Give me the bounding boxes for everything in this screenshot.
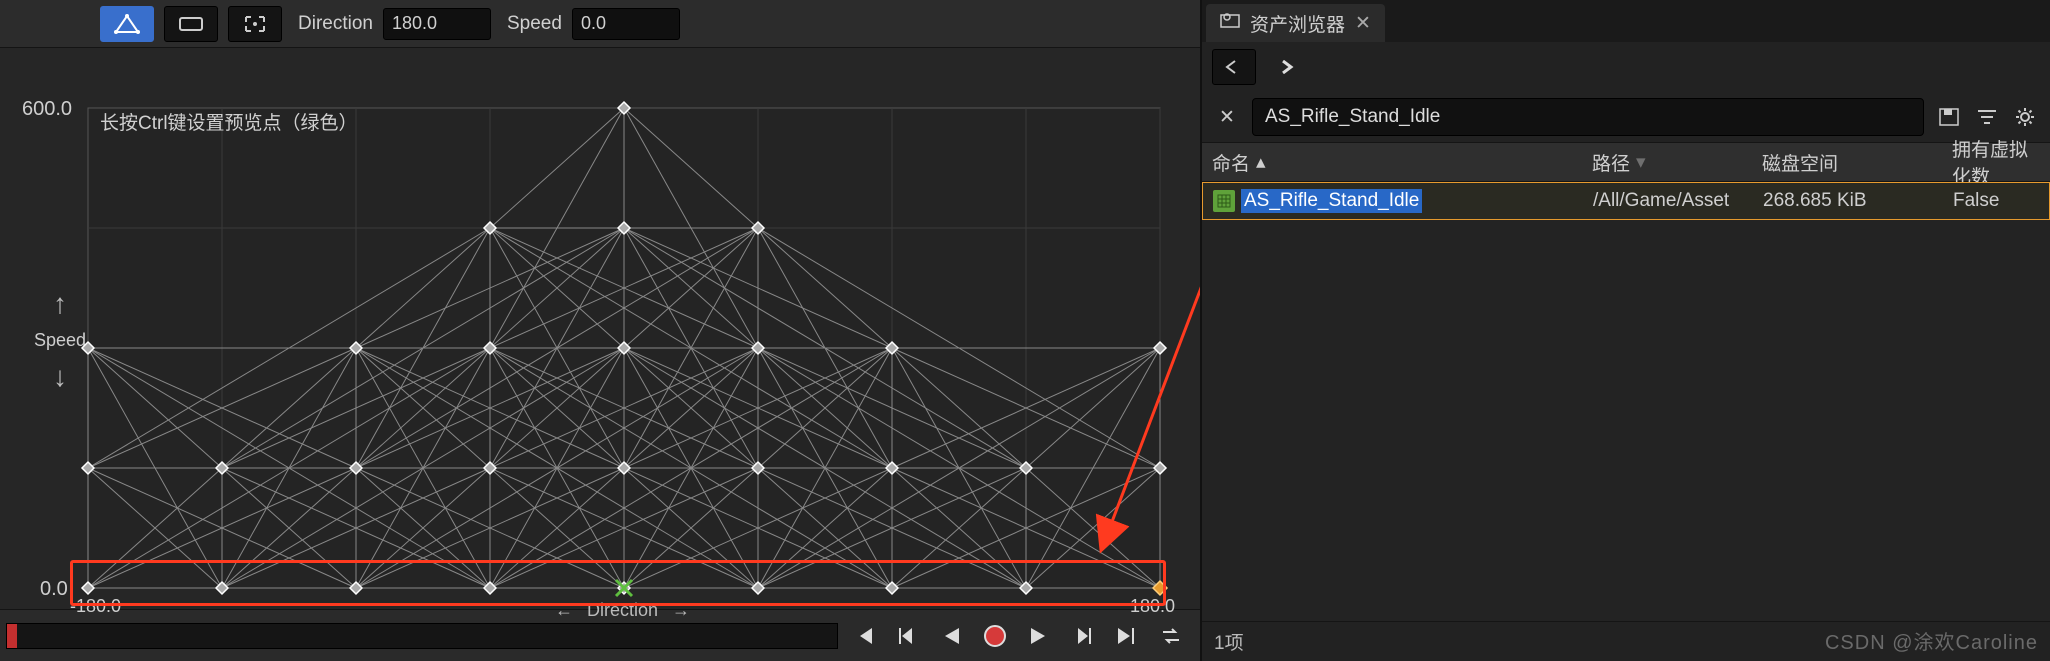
tab-label: 资产浏览器 [1250,10,1345,37]
direction-input[interactable] [383,8,491,40]
col-header-virt[interactable]: 拥有虚拟化数 [1942,135,2050,189]
show-triangulation-button[interactable] [100,6,154,42]
search-input[interactable] [1252,98,1924,136]
blendspace-svg[interactable] [0,48,1200,648]
direction-label: Direction [298,13,373,35]
asset-name: AS_Rifle_Stand_Idle [1241,189,1422,213]
asset-disk: 268.685 KiB [1753,190,1943,212]
tab-bar: 资产浏览器 ✕ [1202,0,2050,42]
blendspace-toolbar: Direction Speed [0,0,1200,48]
animsequence-icon [1213,190,1235,212]
nav-back-button[interactable] [1212,49,1256,85]
search-bar: ✕ [1202,92,2050,142]
asset-virt: False [1943,190,2049,212]
asset-path: /All/Game/Asset [1583,190,1753,212]
speed-label: Speed [507,13,562,35]
show-labels-button[interactable] [164,6,218,42]
fit-view-button[interactable] [228,6,282,42]
tab-close-button[interactable]: ✕ [1355,12,1371,35]
asset-browser-panel: 资产浏览器 ✕ ✕ 命名▴ 路径▾ 磁盘空间 拥有虚拟化数 [1200,0,2050,661]
nav-bar [1202,42,2050,92]
browser-icon [1220,12,1240,34]
col-header-name[interactable]: 命名▴ [1202,149,1582,176]
table-body: AS_Rifle_Stand_Idle /All/Game/Asset 268.… [1202,182,2050,621]
sort-asc-icon: ▴ [1256,151,1266,174]
preview-hint: 长按Ctrl键设置预览点（绿色） [100,108,358,135]
col-header-disk[interactable]: 磁盘空间 [1752,149,1942,176]
blendspace-graph[interactable]: 长按Ctrl键设置预览点（绿色） 600.0 0.0 ↑ Speed ↓ -18… [0,48,1200,609]
blendspace-panel: Direction Speed 长按Ctrl键设置预览点（绿色） 600.0 0… [0,0,1200,661]
clear-search-button[interactable]: ✕ [1212,102,1242,132]
nav-forward-button[interactable] [1266,49,1310,85]
filter-icon[interactable] [1972,102,2002,132]
speed-input[interactable] [572,8,680,40]
tab-asset-browser[interactable]: 资产浏览器 ✕ [1206,4,1385,42]
asset-footer: 1项 [1202,621,2050,661]
col-header-path[interactable]: 路径▾ [1582,149,1752,176]
table-row[interactable]: AS_Rifle_Stand_Idle /All/Game/Asset 268.… [1202,182,2050,220]
timeline-track[interactable] [6,623,838,649]
timeline-handle[interactable] [7,624,17,648]
settings-icon[interactable] [2010,102,2040,132]
table-header: 命名▴ 路径▾ 磁盘空间 拥有虚拟化数 [1202,142,2050,182]
save-search-icon[interactable] [1934,102,1964,132]
sort-icon: ▾ [1636,151,1646,174]
